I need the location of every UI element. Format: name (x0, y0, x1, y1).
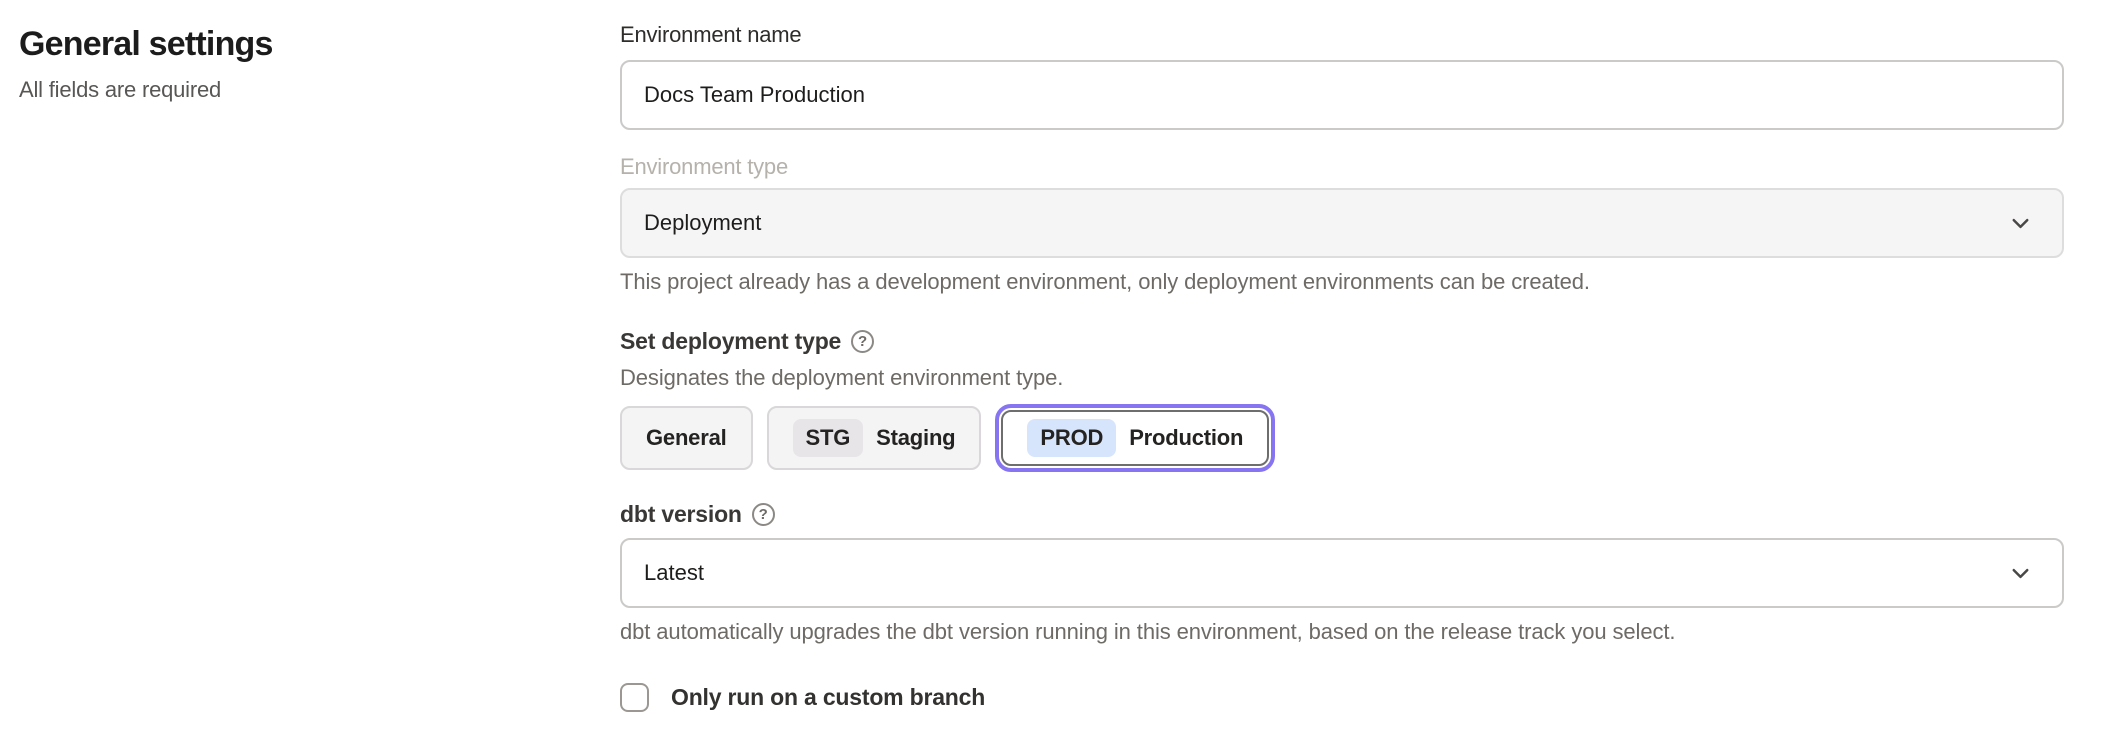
deployment-type-label: Set deployment type (620, 327, 841, 355)
chevron-down-icon (2007, 560, 2034, 587)
custom-branch-checkbox[interactable] (620, 683, 649, 712)
general-settings-page: General settings All fields are required… (0, 0, 2110, 712)
dbt-version-helper: dbt automatically upgrades the dbt versi… (620, 619, 2064, 645)
environment-type-helper: This project already has a development e… (620, 269, 2064, 295)
selected-option-ring: PROD Production (995, 404, 1275, 472)
deployment-type-option-label: Staging (876, 425, 955, 451)
deployment-type-header: Set deployment type ? (620, 327, 2064, 355)
environment-type-select: Deployment (620, 188, 2064, 258)
staging-badge: STG (793, 419, 864, 457)
production-badge: PROD (1027, 419, 1116, 457)
custom-branch-label[interactable]: Only run on a custom branch (671, 684, 985, 711)
environment-name-input[interactable] (620, 60, 2064, 130)
settings-intro: General settings All fields are required (0, 0, 620, 103)
help-icon[interactable]: ? (752, 503, 775, 526)
help-icon[interactable]: ? (851, 330, 874, 353)
dbt-version-value: Latest (644, 560, 704, 586)
environment-settings-form: Environment name Environment type Deploy… (620, 0, 2064, 712)
dbt-version-header: dbt version ? (620, 500, 2064, 528)
deployment-type-option-general[interactable]: General (620, 406, 753, 470)
deployment-type-option-staging[interactable]: STG Staging (767, 406, 982, 470)
environment-type-value: Deployment (644, 210, 761, 236)
page-subtitle: All fields are required (19, 77, 620, 103)
dbt-version-label: dbt version (620, 500, 742, 528)
chevron-down-icon (2007, 210, 2034, 237)
deployment-type-option-production[interactable]: PROD Production (1001, 410, 1269, 466)
deployment-type-helper: Designates the deployment environment ty… (620, 365, 2064, 391)
environment-name-label: Environment name (620, 22, 2064, 48)
custom-branch-row: Only run on a custom branch (620, 683, 2064, 712)
deployment-type-option-label: Production (1129, 425, 1243, 451)
deployment-type-options: General STG Staging PROD Production (620, 404, 2064, 472)
environment-type-label: Environment type (620, 154, 2064, 180)
dbt-version-select[interactable]: Latest (620, 538, 2064, 608)
page-title: General settings (19, 24, 620, 65)
deployment-type-option-label: General (646, 425, 727, 451)
